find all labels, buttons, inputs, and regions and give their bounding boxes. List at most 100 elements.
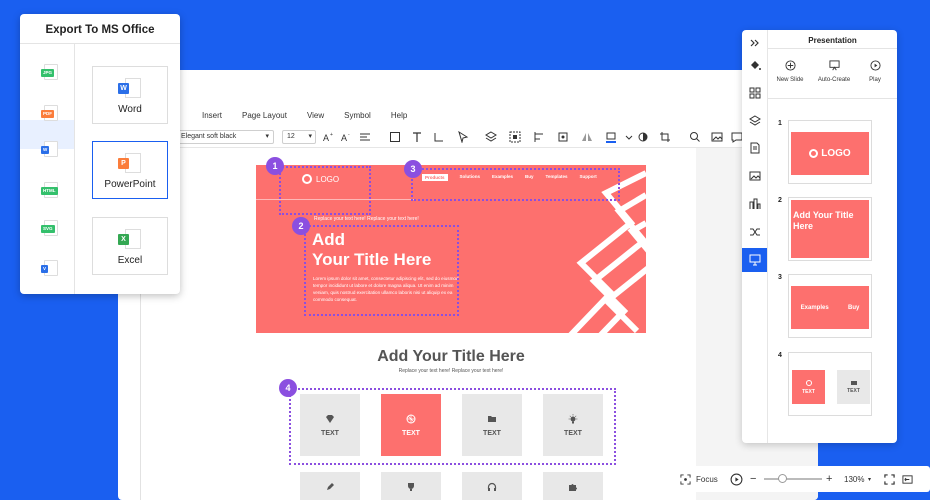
position-icon[interactable] bbox=[556, 130, 570, 144]
export-panel: Export To MS Office JPG PDF W HTML SVG V… bbox=[20, 14, 180, 294]
export-powerpoint-button[interactable]: P PowerPoint bbox=[92, 141, 168, 199]
divider bbox=[768, 48, 897, 49]
zoom-level[interactable]: 130% bbox=[844, 475, 864, 484]
thumb-number: 1 bbox=[778, 120, 782, 127]
rectangle-icon[interactable] bbox=[388, 130, 402, 144]
jpg-file-icon[interactable]: JPG bbox=[41, 64, 58, 80]
thumb-title: Add Your Title Here bbox=[793, 210, 854, 231]
zoom-slider-handle[interactable] bbox=[778, 474, 787, 483]
export-excel-button[interactable]: X Excel bbox=[92, 217, 168, 275]
thumb-number: 4 bbox=[778, 352, 782, 359]
play-label: Play bbox=[869, 77, 881, 83]
feature-card[interactable] bbox=[462, 472, 522, 500]
play-button[interactable]: Play bbox=[853, 60, 897, 83]
slide-thumbnail-3[interactable]: Examples Buy bbox=[788, 274, 872, 338]
format-toolbar: Elegant soft black ▾ 12 ▾ A + A- bbox=[118, 126, 818, 148]
slide-thumbnail-1[interactable]: LOGO bbox=[788, 120, 872, 184]
group-icon[interactable] bbox=[508, 130, 522, 144]
divider bbox=[768, 98, 897, 99]
focus-icon[interactable] bbox=[680, 473, 691, 485]
presentation-icon[interactable] bbox=[748, 253, 762, 267]
svg-text:A: A bbox=[341, 133, 347, 143]
menu-help[interactable]: Help bbox=[391, 111, 407, 120]
crop-icon[interactable] bbox=[658, 130, 672, 144]
thumb-logo-text: LOGO bbox=[821, 148, 851, 159]
callout-logo bbox=[279, 166, 371, 215]
callout-cards bbox=[289, 388, 616, 465]
font-family-value: Elegant soft black bbox=[181, 133, 237, 140]
chevron-down-icon[interactable]: ▾ bbox=[868, 476, 871, 483]
html-file-icon[interactable]: HTML bbox=[41, 182, 58, 198]
connector-icon[interactable] bbox=[432, 130, 446, 144]
export-word-button[interactable]: W Word bbox=[92, 66, 168, 124]
chevron-down-icon[interactable] bbox=[622, 130, 636, 144]
slide-thumbnail-4[interactable]: TEXT TEXT bbox=[788, 352, 872, 416]
auto-create-button[interactable]: Auto-Create bbox=[812, 60, 856, 83]
slide-thumbnail-2[interactable]: Add Your Title Here bbox=[788, 197, 872, 261]
play-icon bbox=[869, 60, 881, 71]
search-icon[interactable] bbox=[688, 130, 702, 144]
visio-file-icon[interactable]: V bbox=[41, 260, 58, 276]
feature-card[interactable] bbox=[381, 472, 441, 500]
grid-icon[interactable] bbox=[748, 86, 762, 100]
fill-color-icon[interactable] bbox=[604, 130, 618, 144]
increase-font-icon[interactable]: A + bbox=[322, 130, 336, 144]
feature-card[interactable] bbox=[300, 472, 360, 500]
paint-bucket-icon[interactable] bbox=[748, 58, 762, 72]
word-file-icon[interactable]: W bbox=[41, 141, 58, 157]
folder-icon bbox=[850, 380, 857, 385]
menu-symbol[interactable]: Symbol bbox=[344, 111, 371, 120]
svg-text:+: + bbox=[330, 132, 333, 138]
pointer-icon[interactable] bbox=[456, 130, 470, 144]
headphones-icon bbox=[487, 482, 497, 491]
layers-icon[interactable] bbox=[484, 130, 498, 144]
collapse-icon[interactable] bbox=[748, 36, 762, 50]
thumb-left-text: Examples bbox=[800, 304, 829, 311]
menu-page-layout[interactable]: Page Layout bbox=[242, 111, 287, 120]
chevron-down-icon: ▾ bbox=[265, 133, 269, 140]
new-slide-label: New Slide bbox=[776, 77, 804, 83]
zoom-out-icon[interactable]: − bbox=[750, 473, 756, 485]
menu-insert[interactable]: Insert bbox=[202, 111, 222, 120]
svg-file-icon[interactable]: SVG bbox=[41, 220, 58, 236]
excel-letter: X bbox=[118, 234, 129, 245]
fullscreen-icon[interactable] bbox=[902, 474, 913, 485]
data-icon[interactable] bbox=[748, 197, 762, 211]
thumb-content: Add Your Title Here bbox=[791, 200, 869, 258]
fit-page-icon[interactable] bbox=[884, 473, 895, 485]
layers-icon[interactable] bbox=[748, 114, 762, 128]
flip-icon[interactable] bbox=[580, 130, 594, 144]
line-color-icon[interactable] bbox=[636, 130, 650, 144]
font-size-select[interactable]: 12 ▾ bbox=[282, 130, 316, 144]
thumb-card: TEXT bbox=[837, 370, 870, 404]
distribute-icon[interactable] bbox=[532, 130, 546, 144]
file-tag: HTML bbox=[41, 187, 58, 195]
focus-label[interactable]: Focus bbox=[696, 475, 718, 484]
hero-subtitle: Replace your text here! Replace your tex… bbox=[314, 216, 419, 222]
document-icon[interactable] bbox=[748, 141, 762, 155]
zoom-slider[interactable] bbox=[764, 478, 822, 480]
thumb-right-text: Buy bbox=[848, 304, 860, 311]
thumb-card-active: TEXT bbox=[792, 370, 825, 404]
new-slide-button[interactable]: New Slide bbox=[768, 60, 812, 83]
feature-card[interactable] bbox=[543, 472, 603, 500]
logo-icon bbox=[809, 149, 819, 158]
image-icon[interactable] bbox=[748, 169, 762, 183]
excel-icon: X bbox=[118, 229, 142, 251]
thumb-content: LOGO bbox=[791, 132, 869, 175]
align-icon[interactable] bbox=[358, 130, 372, 144]
thumb-number: 3 bbox=[778, 274, 782, 281]
shuffle-icon[interactable] bbox=[748, 225, 762, 239]
decrease-font-icon[interactable]: A- bbox=[340, 130, 354, 144]
text-icon[interactable] bbox=[410, 130, 424, 144]
basketball-icon bbox=[805, 379, 812, 386]
trophy-icon bbox=[408, 483, 414, 491]
image-icon[interactable] bbox=[710, 130, 724, 144]
font-size-value: 12 bbox=[287, 133, 295, 140]
pdf-file-icon[interactable]: PDF bbox=[41, 105, 58, 121]
zoom-in-icon[interactable]: + bbox=[826, 473, 832, 485]
play-circle-icon[interactable] bbox=[730, 473, 743, 486]
menu-view[interactable]: View bbox=[307, 111, 324, 120]
export-word-label: Word bbox=[118, 104, 142, 115]
font-family-select[interactable]: Elegant soft black ▾ bbox=[176, 130, 274, 144]
